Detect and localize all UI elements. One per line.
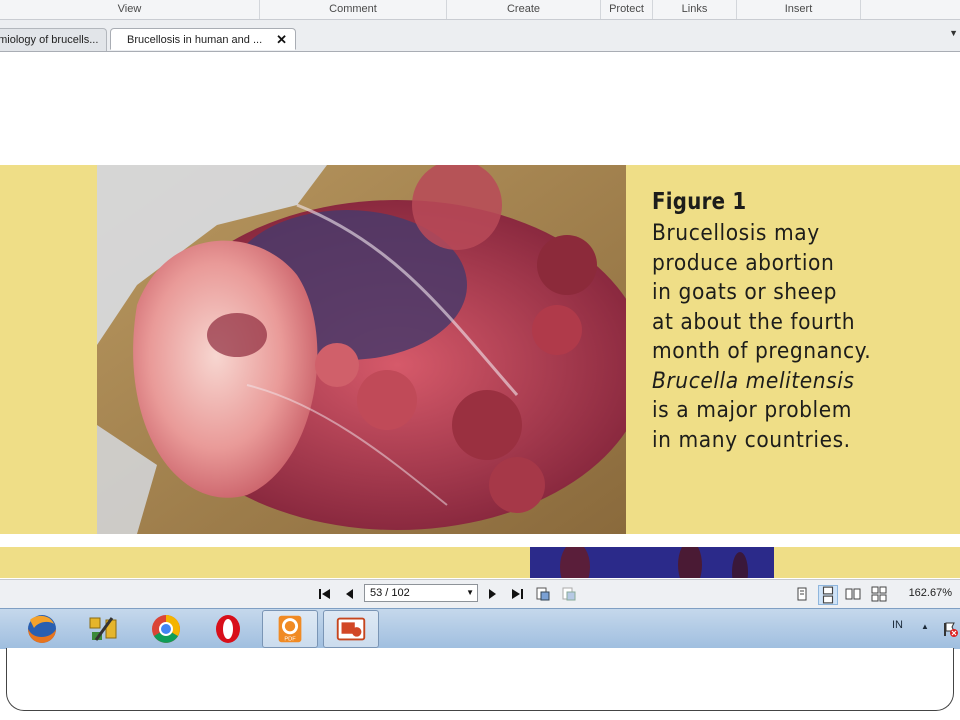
continuous-facing-view-icon[interactable] [871, 586, 887, 602]
document-tab-label: Brucellosis in human and ... [127, 34, 263, 46]
opera-icon[interactable] [200, 610, 256, 648]
document-tab-bar: emiology of brucells... Brucellosis in h… [0, 20, 960, 52]
ribbon-tab-view[interactable]: View [0, 0, 260, 19]
document-tab-brucellosis[interactable]: Brucellosis in human and ... ✕ [110, 28, 296, 50]
taskbar: PDF IN ▲ [0, 608, 960, 649]
first-page-icon[interactable] [317, 586, 333, 602]
page-number-field[interactable]: 53 / 102 ▼ [364, 584, 478, 602]
next-figure-photo [530, 547, 774, 578]
action-center-flag-icon[interactable] [942, 621, 958, 637]
figure-photo-aborted-fetus [97, 165, 626, 534]
foxit-pdf-icon[interactable]: PDF [262, 610, 318, 648]
caption-line: in goats or sheep [652, 280, 838, 305]
caption-line: month of pregnancy. [652, 339, 872, 364]
caption-line: in many countries. [652, 427, 851, 453]
language-indicator[interactable]: IN [892, 619, 903, 631]
ribbon-tab-comment[interactable]: Comment [260, 0, 447, 19]
svg-text:PDF: PDF [284, 636, 296, 642]
caption-line: produce abortion [652, 250, 835, 276]
previous-view-icon[interactable] [535, 586, 551, 602]
figure-title: Figure 1 [652, 189, 747, 215]
next-view-icon[interactable] [561, 586, 577, 602]
document-tab-label: emiology of brucells... [0, 34, 99, 46]
close-icon[interactable]: ✕ [276, 29, 287, 49]
firefox-icon[interactable] [14, 610, 70, 648]
screen-bezel [6, 648, 954, 711]
ribbon-tab-links[interactable]: Links [653, 0, 737, 19]
next-figure-band [0, 547, 960, 578]
caption-line: Brucellosis may [652, 221, 820, 246]
next-page-icon[interactable] [484, 586, 500, 602]
caption-line: is a major problem [652, 398, 853, 423]
chrome-icon[interactable] [138, 610, 194, 648]
page-number-value: 53 / 102 [370, 587, 410, 599]
tools-icon[interactable] [76, 610, 132, 648]
ribbon-tab-protect[interactable]: Protect [601, 0, 653, 19]
single-page-view-icon[interactable] [794, 586, 810, 602]
zoom-level[interactable]: 162.67% [909, 587, 952, 599]
document-view: Figure 1 Brucellosis may produce abortio… [0, 52, 960, 578]
ribbon: View Comment Create Protect Links Insert [0, 0, 960, 20]
continuous-view-icon[interactable] [818, 585, 838, 605]
facing-view-icon[interactable] [845, 586, 861, 602]
last-page-icon[interactable] [509, 586, 525, 602]
tab-list-chevron-icon[interactable]: ▼ [949, 28, 958, 38]
powerpoint-icon[interactable] [323, 610, 379, 648]
show-hidden-icons-chevron-icon[interactable]: ▲ [921, 622, 929, 631]
chevron-down-icon[interactable]: ▼ [466, 585, 474, 601]
ribbon-tab-insert[interactable]: Insert [737, 0, 861, 19]
caption-line-species: Brucella melitensis [652, 368, 855, 394]
ribbon-tab-create[interactable]: Create [447, 0, 601, 19]
figure-caption: Figure 1 Brucellosis may produce abortio… [652, 189, 952, 455]
caption-line: at about the fourth [652, 309, 856, 335]
page-navigation-toolbar: 53 / 102 ▼ 162.67% [0, 579, 960, 608]
previous-page-icon[interactable] [342, 586, 358, 602]
document-tab-epidemiology[interactable]: emiology of brucells... [0, 28, 107, 51]
